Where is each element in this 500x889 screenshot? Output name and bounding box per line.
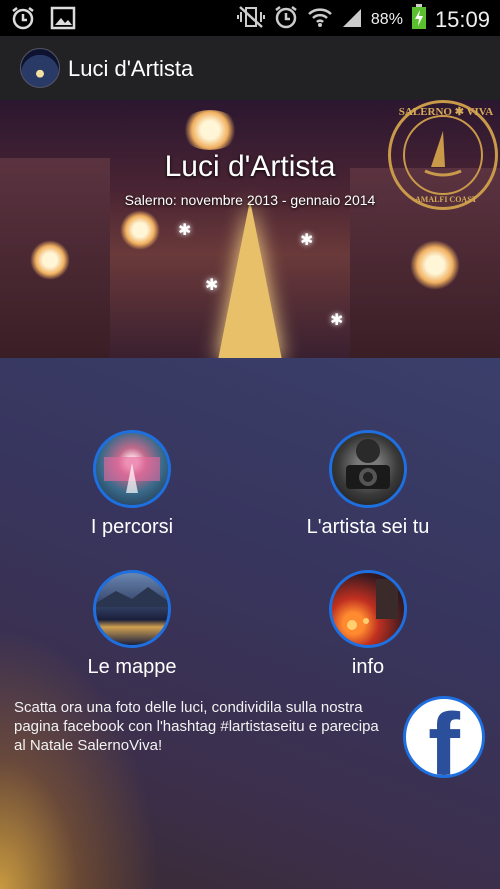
facebook-icon: f [428,696,460,778]
light-decoration [180,110,240,150]
info-thumbnail[interactable] [329,570,407,648]
vibrate-off-icon [236,5,265,34]
seal-top-text: SALERNO ✱ VIVA [398,106,494,118]
percorsi-thumbnail[interactable] [93,430,171,508]
signal-icon [341,5,363,34]
menu-item-label: L'artista sei tu [306,516,430,538]
seal-ring [403,115,483,195]
status-bar: 88% 15:09 [0,0,500,36]
menu-item-label: info [351,656,385,678]
menu-item-artista[interactable]: L'artista sei tu [298,430,438,539]
artista-thumbnail[interactable] [329,430,407,508]
app-icon[interactable] [20,48,60,88]
menu-item-mappe[interactable]: Le mappe [72,570,192,679]
alarm-clock-icon [273,4,299,35]
salerno-viva-seal: SALERNO ✱ VIVA AMALFI COAST [388,100,498,210]
menu-item-label: I percorsi [90,516,174,538]
street-lamp [30,240,70,280]
mappe-thumbnail[interactable] [93,570,171,648]
sailboat-icon [424,131,462,177]
hero-banner: ✱ ✱ ✱ ✱ Luci d'Artista Salerno: novembre… [0,100,500,358]
image-icon [50,5,76,36]
street-lamp [410,240,460,290]
promo-text: Scatta ora una foto delle luci, condivid… [14,699,379,754]
wifi-icon [307,5,333,34]
clock: 15:09 [434,6,490,32]
light-decoration [120,210,160,250]
snowflake-icon: ✱ [300,232,314,249]
christmas-tree [218,200,282,358]
app-title: Luci d'Artista [68,56,194,81]
alarm-icon [10,5,36,36]
menu-item-label: Le mappe [87,656,177,678]
battery-percent: 88% [370,10,403,28]
facebook-button[interactable]: f [403,696,485,778]
seal-bottom-text: AMALFI COAST [414,195,477,204]
snowflake-icon: ✱ [178,222,192,239]
action-bar: Luci d'Artista [0,36,500,100]
menu-item-info[interactable]: info [308,570,428,679]
battery-charging-icon [411,4,427,35]
snowflake-icon: ✱ [205,277,219,294]
menu-item-percorsi[interactable]: I percorsi [72,430,192,539]
snowflake-icon: ✱ [330,312,344,329]
main-menu: I percorsi L'artista sei tu Le mappe inf… [0,358,500,889]
